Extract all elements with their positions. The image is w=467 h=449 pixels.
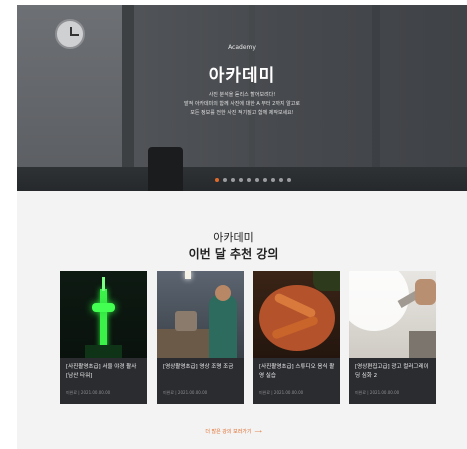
course-meta: 미완료 | 2021.00.00.00 — [259, 390, 304, 395]
slide-dot[interactable] — [287, 178, 291, 182]
course-card[interactable]: [사진촬영초급] 스튜디오 음식 촬영 실습 미완료 | 2021.00.00.… — [253, 271, 340, 404]
slide-dot[interactable] — [215, 178, 219, 182]
slide-dot[interactable] — [239, 178, 243, 182]
slide-dot[interactable] — [279, 178, 283, 182]
course-meta: 미완료 | 2021.00.00.00 — [66, 390, 111, 395]
slide-dot[interactable] — [223, 178, 227, 182]
course-title: [사진촬영초급] 서울 야경 촬사 [남산 타워] — [66, 364, 137, 379]
slide-dot[interactable] — [231, 178, 235, 182]
hero-title: 아카데미 — [208, 66, 276, 86]
speaker-image — [148, 147, 183, 191]
section-title: 이번 달 추천 강의 — [188, 247, 279, 261]
section-category: 아카데미 — [213, 231, 254, 244]
slide-pagination[interactable] — [215, 178, 291, 182]
course-thumbnail — [253, 271, 340, 358]
course-card[interactable]: [영상촬영초급] 영상 조명 조금 미완료 | 2021.00.00.00 — [157, 271, 244, 404]
more-courses-label: 더 많은 강의 보러가기 — [205, 429, 252, 435]
more-courses-link[interactable]: 더 많은 강의 보러가기 ⟶ — [0, 428, 467, 435]
slide-dot[interactable] — [263, 178, 267, 182]
hero-banner[interactable]: Academy 아카데미 사진 분석을 듣리스 할어보려다! 발적 아카데미의 … — [17, 5, 467, 191]
slide-dot[interactable] — [247, 178, 251, 182]
slide-dot[interactable] — [271, 178, 275, 182]
course-card[interactable]: [영상편집고급] 광고 컬러그레이딩 심화 2 미완료 | 2021.00.00… — [349, 271, 436, 404]
course-title: [영상촬영초급] 영상 조명 조금 — [163, 364, 234, 370]
slide-dot[interactable] — [255, 178, 259, 182]
hero-description: 사진 분석을 듣리스 할어보려다! 발적 아카데미의 함께 사진에 대한 A 부… — [17, 91, 467, 118]
hero-desc-line: 발적 아카데미의 함께 사진에 대한 A 부터 2까지 알고로 — [184, 101, 300, 107]
arrow-right-icon: ⟶ — [254, 429, 262, 435]
course-title: [영상편집고급] 광고 컬러그레이딩 심화 2 — [355, 364, 429, 379]
hero-subtitle: Academy — [228, 44, 256, 51]
course-thumbnail — [157, 271, 244, 358]
course-title: [사진촬영초급] 스튜디오 음식 촬영 실습 — [259, 364, 335, 379]
page: Academy 아카데미 사진 분석을 듣리스 할어보려다! 발적 아카데미의 … — [0, 0, 467, 449]
hero-desc-line: 모든 정보를 전한 사진 적기질고 함께 제작보세요! — [190, 110, 294, 116]
course-meta: 미완료 | 2021.00.00.00 — [163, 390, 208, 395]
course-thumbnail — [349, 271, 436, 358]
course-meta: 미완료 | 2021.00.00.00 — [355, 390, 400, 395]
course-card[interactable]: [사진촬영초급] 서울 야경 촬사 [남산 타워] 미완료 | 2021.00.… — [60, 271, 147, 404]
hero-desc-line: 사진 분석을 듣리스 할어보려다! — [208, 92, 276, 98]
course-thumbnail — [60, 271, 147, 358]
